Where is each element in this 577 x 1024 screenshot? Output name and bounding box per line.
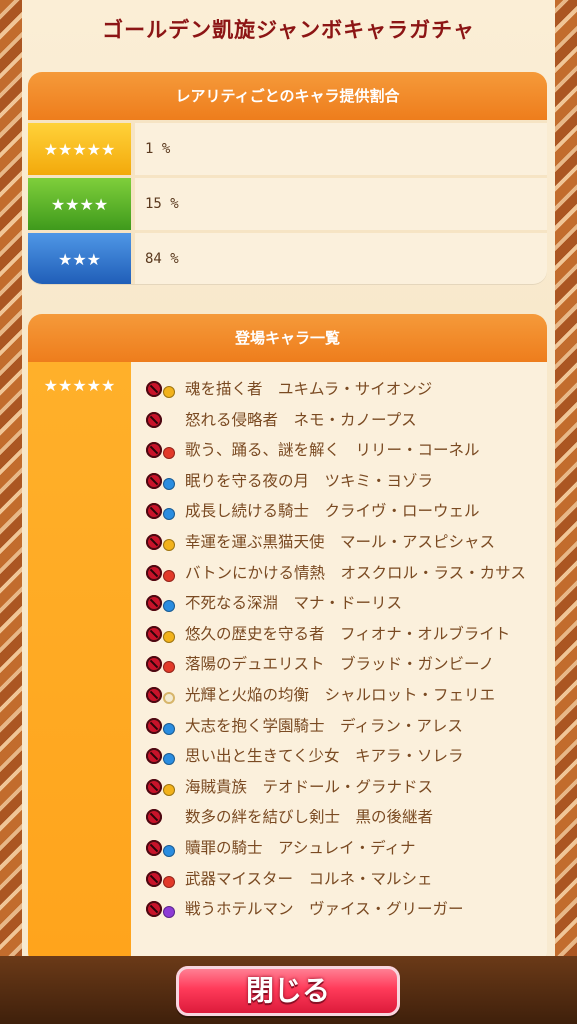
no-entry-icon (146, 442, 162, 459)
character-name: 落陽のデュエリスト ブラッド・ガンビーノ (185, 655, 495, 674)
character-name: バトンにかける情熱 オスクロル・ラス・カサス (185, 563, 526, 582)
rarity-rate-5: 1 % (135, 123, 547, 175)
character-name: 武器マイスター コルネ・マルシェ (185, 869, 433, 888)
water-attribute-icon (163, 508, 175, 521)
thunder-attribute-icon (163, 630, 175, 643)
character-name: 戦うホテルマン ヴァイス・グリーガー (185, 900, 464, 919)
character-item: 戦うホテルマン ヴァイス・グリーガー (145, 894, 547, 925)
character-item: 光輝と火焔の均衡 シャルロット・フェリエ (145, 680, 547, 711)
close-button[interactable]: 閉じる (176, 966, 400, 1016)
character-item: 海賊貴族 テオドール・グラナドス (145, 772, 547, 803)
character-name: 魂を描く者 ユキムラ・サイオンジ (185, 380, 433, 398)
character-list-header: 登場キャラ一覧 (28, 314, 547, 362)
character-name: 歌う、踊る、謎を解く リリー・コーネル (185, 441, 480, 460)
star-badge-3: ★★★ (28, 233, 131, 284)
character-list-rarity: ★★★★★ (28, 362, 131, 966)
rarity-rate-panel: レアリティごとのキャラ提供割合 ★★★★★ 1 % ★★★★ 15 % ★★★ … (28, 72, 547, 284)
character-name: 成長し続ける騎士 クライヴ・ローウェル (185, 502, 480, 521)
rarity-row-4: ★★★★ 15 % (28, 178, 547, 230)
character-item: 落陽のデュエリスト ブラッド・ガンビーノ (145, 649, 547, 680)
character-name: 不死なる深淵 マナ・ドーリス (185, 594, 403, 613)
character-name: 眠りを守る夜の月 ツキミ・ヨゾラ (185, 471, 434, 490)
rarity-rate-header: レアリティごとのキャラ提供割合 (28, 72, 547, 120)
character-name: 大志を抱く学園騎士 ディラン・アレス (185, 716, 463, 735)
water-attribute-icon (163, 722, 175, 735)
thunder-attribute-icon (163, 386, 175, 398)
character-item: 魂を描く者 ユキムラ・サイオンジ (145, 374, 547, 405)
character-item: 怒れる侵略者 ネモ・カノープス (145, 405, 547, 436)
water-attribute-icon (163, 477, 175, 490)
character-item: 大志を抱く学園騎士 ディラン・アレス (145, 711, 547, 742)
no-entry-icon (146, 870, 162, 887)
character-name: 悠久の歴史を守る者 フィオナ・オルブライト (185, 624, 511, 643)
no-entry-icon (146, 411, 162, 428)
no-entry-icon (146, 595, 162, 612)
character-name: 怒れる侵略者 ネモ・カノープス (185, 410, 417, 429)
character-item: 成長し続ける騎士 クライヴ・ローウェル (145, 496, 547, 527)
character-name: 光輝と火焔の均衡 シャルロット・フェリエ (185, 685, 496, 704)
star-badge-4: ★★★★ (28, 178, 131, 230)
character-name: 贖罪の騎士 アシュレイ・ディナ (185, 838, 416, 857)
no-entry-icon (146, 778, 162, 795)
light-attribute-icon (163, 691, 175, 704)
no-entry-icon (146, 901, 162, 918)
no-entry-icon (146, 564, 162, 581)
no-entry-icon (146, 533, 162, 550)
rarity-rate-4: 15 % (135, 178, 547, 230)
no-entry-icon (146, 472, 162, 489)
character-name: 海賊貴族 テオドール・グラナドス (185, 777, 434, 796)
character-item: 思い出と生きてく少女 キアラ・ソレラ (145, 741, 547, 772)
no-entry-icon (146, 686, 162, 703)
character-item: 眠りを守る夜の月 ツキミ・ヨゾラ (145, 466, 547, 497)
character-name: 思い出と生きてく少女 キアラ・ソレラ (185, 747, 464, 766)
character-list[interactable]: 魂を描く者 ユキムラ・サイオンジ 怒れる侵略者 ネモ・カノープス 歌う、踊る、謎… (131, 362, 547, 966)
fire-attribute-icon (163, 875, 175, 888)
star-badge-5: ★★★★★ (28, 123, 131, 175)
character-item: バトンにかける情熱 オスクロル・ラス・カサス (145, 558, 547, 589)
character-item: 不死なる深淵 マナ・ドーリス (145, 588, 547, 619)
no-entry-icon (146, 839, 162, 856)
character-item: 歌う、踊る、謎を解く リリー・コーネル (145, 435, 547, 466)
character-item: 悠久の歴史を守る者 フィオナ・オルブライト (145, 619, 547, 650)
no-entry-icon (146, 503, 162, 520)
no-entry-icon (146, 809, 162, 826)
no-entry-icon (146, 748, 162, 765)
character-name: 幸運を運ぶ黒猫天使 マール・アスピシャス (185, 532, 496, 551)
no-entry-icon (146, 381, 162, 397)
water-attribute-icon (163, 844, 175, 857)
character-list-body: ★★★★★ 魂を描く者 ユキムラ・サイオンジ 怒れる侵略者 ネモ・カノープス 歌… (28, 362, 547, 966)
fire-attribute-icon (163, 447, 175, 460)
character-item: 武器マイスター コルネ・マルシェ (145, 864, 547, 895)
rarity-rate-3: 84 % (135, 233, 547, 284)
water-attribute-icon (163, 600, 175, 613)
fire-attribute-icon (163, 661, 175, 674)
page-title: ゴールデン凱旋ジャンボキャラガチャ (102, 18, 475, 42)
no-entry-icon (146, 656, 162, 673)
thunder-attribute-icon (163, 783, 175, 796)
character-list-panel: 登場キャラ一覧 ★★★★★ 魂を描く者 ユキムラ・サイオンジ 怒れる侵略者 ネモ… (28, 314, 547, 966)
character-item: 数多の絆を結びし剣士 黒の後継者 (145, 802, 547, 833)
character-item: 幸運を運ぶ黒猫天使 マール・アスピシャス (145, 527, 547, 558)
rarity-row-3: ★★★ 84 % (28, 233, 547, 284)
dark-attribute-icon (163, 906, 175, 919)
character-item: 贖罪の騎士 アシュレイ・ディナ (145, 833, 547, 864)
character-name: 数多の絆を結びし剣士 黒の後継者 (185, 808, 434, 827)
thunder-attribute-icon (163, 538, 175, 551)
no-entry-icon (146, 717, 162, 734)
fire-attribute-icon (163, 569, 175, 582)
rarity-row-5: ★★★★★ 1 % (28, 123, 547, 175)
no-entry-icon (146, 625, 162, 642)
water-attribute-icon (163, 753, 175, 766)
